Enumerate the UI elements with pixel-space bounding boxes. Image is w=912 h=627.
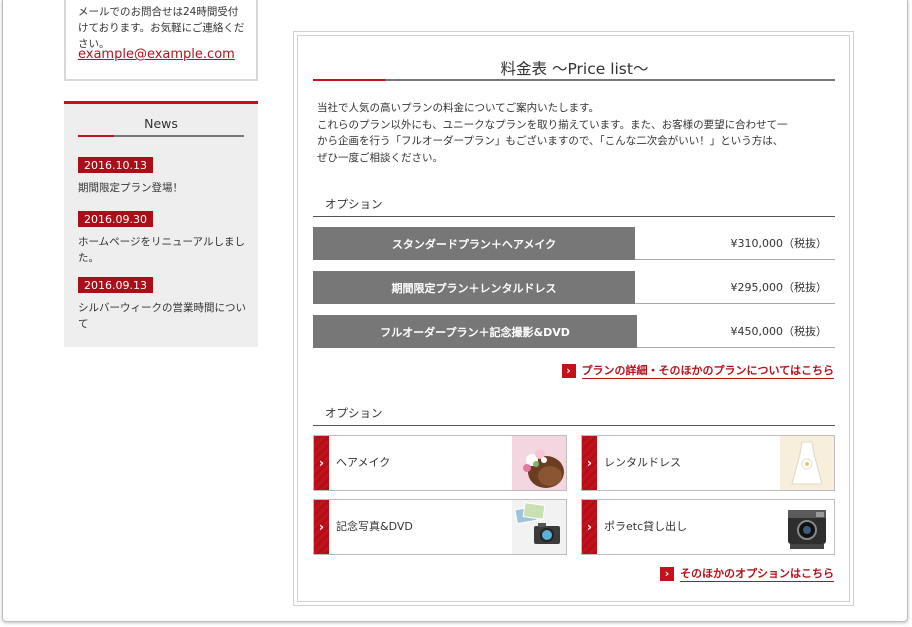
contact-text-line: けております。お気軽にご連絡くだ [78,22,245,34]
news-date-badge: 2016.10.13 [78,157,153,173]
contact-email-link[interactable]: example@example.com [78,47,235,62]
plan-price: ¥450,000（税抜） [730,325,828,338]
chevron-right-icon: › [561,364,576,378]
chevron-right-icon: › [314,436,329,490]
dress-photo-icon [780,436,834,490]
option-card-hairmake[interactable]: › ヘアメイク [313,435,567,491]
plan-name: フルオーダープラン＋記念撮影&DVD [313,315,637,348]
price-list-panel: 料金表 〜Price list〜 当社で人気の高いプランの料金についてご案内いた… [293,31,854,606]
price-row: スタンダードプラン＋ヘアメイク ¥310,000（税抜） [313,227,835,260]
section-heading-plans: オプション [313,196,835,217]
contact-text: メールでのお問合せは24時間受付 けております。お気軽にご連絡くだ さい。 [78,4,250,52]
chevron-right-icon: › [582,500,597,554]
chevron-right-icon: › [582,436,597,490]
news-item[interactable]: 2016.09.30 ホームページをリニューアルしました。 [78,208,248,266]
price-row: 期間限定プラン＋レンタルドレス ¥295,000（税抜） [313,271,835,304]
intro-line: から企画を行う「フルオーダープラン」もございますので、「こんな二次会がいい！」と… [317,135,784,147]
browser-frame: メールでのお問合せは24時間受付 けております。お気軽にご連絡くだ さい。 ex… [2,0,908,622]
option-card-dress[interactable]: › レンタルドレス [581,435,835,491]
price-list-inner: 料金表 〜Price list〜 当社で人気の高いプランの料金についてご案内いた… [297,35,850,602]
contact-box: メールでのお問合せは24時間受付 けております。お気軽にご連絡くだ さい。 ex… [64,0,258,81]
news-item-text[interactable]: ホームページをリニューアルしました。 [78,234,248,266]
plan-name: スタンダードプラン＋ヘアメイク [313,227,635,260]
plan-price: ¥310,000（税抜） [730,237,828,250]
section-heading-options: オプション [313,405,835,426]
news-widget: News 2016.10.13 期間限定プラン登場！ 2016.09.30 ホー… [64,101,258,347]
price-row: フルオーダープラン＋記念撮影&DVD ¥450,000（税抜） [313,315,835,348]
plan-price: ¥295,000（税抜） [730,281,828,294]
intro-line: これらのプラン以外にも、ユニークなプランを取り揃えています。また、お客様の要望に… [317,118,788,131]
option-label: 記念写真&DVD [336,520,413,533]
camera-photos-photo-icon [512,500,566,554]
plans-detail-link[interactable]: › プランの詳細・そのほかのプランについてはこちら [561,363,834,379]
option-label: ヘアメイク [336,456,391,469]
title-accent [313,79,385,81]
page-title: 料金表 〜Price list〜 [500,60,649,78]
news-date-badge: 2016.09.30 [78,211,153,227]
news-title-accent [78,135,114,137]
option-label: ポラetc貸し出し [604,520,688,533]
option-card-photo-dvd[interactable]: › 記念写真&DVD [313,499,567,555]
more-options-link-text[interactable]: そのほかのオプションはこちら [680,567,834,582]
contact-text-line: メールでのお問合せは24時間受付 [78,6,239,18]
title-underline [313,79,835,81]
news-title: News [144,116,178,131]
polaroid-camera-photo-icon [780,500,834,554]
news-item[interactable]: 2016.10.13 期間限定プラン登場！ [78,154,248,196]
news-item[interactable]: 2016.09.13 シルバーウィークの営業時間について [78,274,248,332]
chevron-right-icon: › [660,567,674,581]
hair-flower-photo-icon [512,436,566,490]
intro-line: 当社で人気の高いプランの料金についてご案内いたします。 [317,102,600,114]
intro-text: 当社で人気の高いプランの料金についてご案内いたします。 これらのプラン以外にも、… [317,100,839,166]
news-item-text[interactable]: シルバーウィークの営業時間について [78,300,248,332]
plan-name: 期間限定プラン＋レンタルドレス [313,271,635,304]
option-card-polaroid[interactable]: › ポラetc貸し出し [581,499,835,555]
news-item-text[interactable]: 期間限定プラン登場！ [78,180,248,196]
plans-detail-link-text[interactable]: プランの詳細・そのほかのプランについてはこちら [581,364,834,379]
chevron-right-icon: › [314,500,329,554]
intro-line: ぜひ一度ご相談ください。 [317,151,443,164]
news-date-badge: 2016.09.13 [78,277,153,293]
option-label: レンタルドレス [604,456,681,469]
more-options-link[interactable]: › そのほかのオプションはこちら [660,566,834,582]
